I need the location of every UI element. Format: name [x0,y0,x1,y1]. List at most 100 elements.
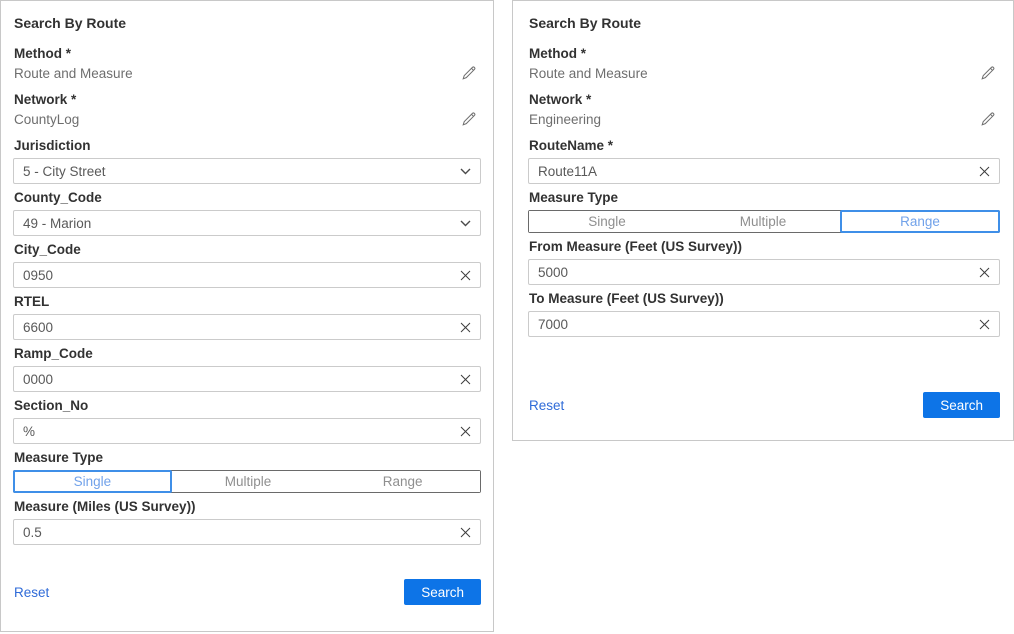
measure-inputbox [13,519,481,545]
method-field: Method * Route and Measure [13,46,481,81]
network-value: CountyLog [14,112,79,127]
measure-label: Measure (Miles (US Survey)) [14,499,481,514]
x-cross-icon [979,267,990,278]
county-code-field: County_Code 49 - Marion [13,190,481,236]
from-measure-input[interactable] [538,265,973,280]
ramp-code-clear-button[interactable] [454,374,471,385]
section-no-label: Section_No [14,398,481,413]
city-code-clear-button[interactable] [454,270,471,281]
method-value: Route and Measure [529,66,648,81]
ramp-code-input[interactable] [23,372,454,387]
route-name-field: RouteName * [528,138,1000,184]
city-code-inputbox [13,262,481,288]
page: Search By Route Method * Route and Measu… [0,0,1014,632]
chevron-down-icon [460,168,471,175]
ramp-code-inputbox [13,366,481,392]
network-field: Network * CountyLog [13,92,481,127]
rtel-input[interactable] [23,320,454,335]
from-measure-clear-button[interactable] [973,267,990,278]
search-button[interactable]: Search [923,392,1000,418]
city-code-label: City_Code [14,242,481,257]
route-name-input[interactable] [538,164,973,179]
to-measure-field: To Measure (Feet (US Survey)) [528,291,1000,337]
measure-clear-button[interactable] [454,527,471,538]
measure-field: Measure (Miles (US Survey)) [13,499,481,545]
x-cross-icon [979,319,990,330]
ramp-code-field: Ramp_Code [13,346,481,392]
search-by-route-panel-left: Search By Route Method * Route and Measu… [0,0,494,632]
county-code-label: County_Code [14,190,481,205]
network-field: Network * Engineering [528,92,1000,127]
rtel-clear-button[interactable] [454,322,471,333]
county-code-select[interactable]: 49 - Marion [13,210,481,236]
measure-type-option-range[interactable]: Range [840,210,1000,233]
panel-footer: Reset Search [13,579,481,605]
ramp-code-label: Ramp_Code [14,346,481,361]
jurisdiction-label: Jurisdiction [14,138,481,153]
network-value: Engineering [529,112,601,127]
measure-type-field: Measure Type Single Multiple Range [13,450,481,493]
method-label: Method * [529,46,1000,61]
city-code-field: City_Code [13,242,481,288]
measure-type-option-multiple[interactable]: Multiple [685,211,841,232]
jurisdiction-select[interactable]: 5 - City Street [13,158,481,184]
x-cross-icon [460,270,471,281]
search-by-route-panel-right: Search By Route Method * Route and Measu… [512,0,1014,441]
panel-footer: Reset Search [528,392,1000,418]
reset-link[interactable]: Reset [14,585,49,600]
method-label: Method * [14,46,481,61]
search-button[interactable]: Search [404,579,481,605]
route-name-label: RouteName * [529,138,1000,153]
pencil-icon [980,65,996,81]
to-measure-clear-button[interactable] [973,319,990,330]
jurisdiction-field: Jurisdiction 5 - City Street [13,138,481,184]
from-measure-field: From Measure (Feet (US Survey)) [528,239,1000,285]
section-no-input[interactable] [23,424,454,439]
section-no-clear-button[interactable] [454,426,471,437]
x-cross-icon [460,426,471,437]
section-no-inputbox [13,418,481,444]
x-cross-icon [460,374,471,385]
network-edit-button[interactable] [461,111,477,127]
chevron-down-icon [460,220,471,227]
measure-type-label: Measure Type [14,450,481,465]
measure-type-option-range[interactable]: Range [325,471,480,492]
page-title: Search By Route [529,15,1000,31]
county-code-selected-value: 49 - Marion [23,216,460,231]
section-no-field: Section_No [13,398,481,444]
measure-type-option-multiple[interactable]: Multiple [171,471,326,492]
city-code-input[interactable] [23,268,454,283]
pencil-icon [461,111,477,127]
page-title: Search By Route [14,15,481,31]
method-edit-button[interactable] [461,65,477,81]
measure-type-segmented-control: Single Multiple Range [13,470,481,493]
from-measure-label: From Measure (Feet (US Survey)) [529,239,1000,254]
to-measure-label: To Measure (Feet (US Survey)) [529,291,1000,306]
x-cross-icon [460,527,471,538]
method-edit-button[interactable] [980,65,996,81]
x-cross-icon [460,322,471,333]
measure-type-option-single[interactable]: Single [13,470,172,493]
reset-link[interactable]: Reset [529,398,564,413]
from-measure-inputbox [528,259,1000,285]
to-measure-input[interactable] [538,317,973,332]
measure-type-option-single[interactable]: Single [529,211,685,232]
route-name-clear-button[interactable] [973,166,990,177]
method-field: Method * Route and Measure [528,46,1000,81]
network-label: Network * [529,92,1000,107]
x-cross-icon [979,166,990,177]
measure-type-segmented-control: Single Multiple Range [528,210,1000,233]
method-value: Route and Measure [14,66,133,81]
rtel-field: RTEL [13,294,481,340]
rtel-inputbox [13,314,481,340]
route-name-inputbox [528,158,1000,184]
measure-input[interactable] [23,525,454,540]
pencil-icon [980,111,996,127]
network-label: Network * [14,92,481,107]
rtel-label: RTEL [14,294,481,309]
network-edit-button[interactable] [980,111,996,127]
to-measure-inputbox [528,311,1000,337]
measure-type-field: Measure Type Single Multiple Range [528,190,1000,233]
jurisdiction-selected-value: 5 - City Street [23,164,460,179]
pencil-icon [461,65,477,81]
